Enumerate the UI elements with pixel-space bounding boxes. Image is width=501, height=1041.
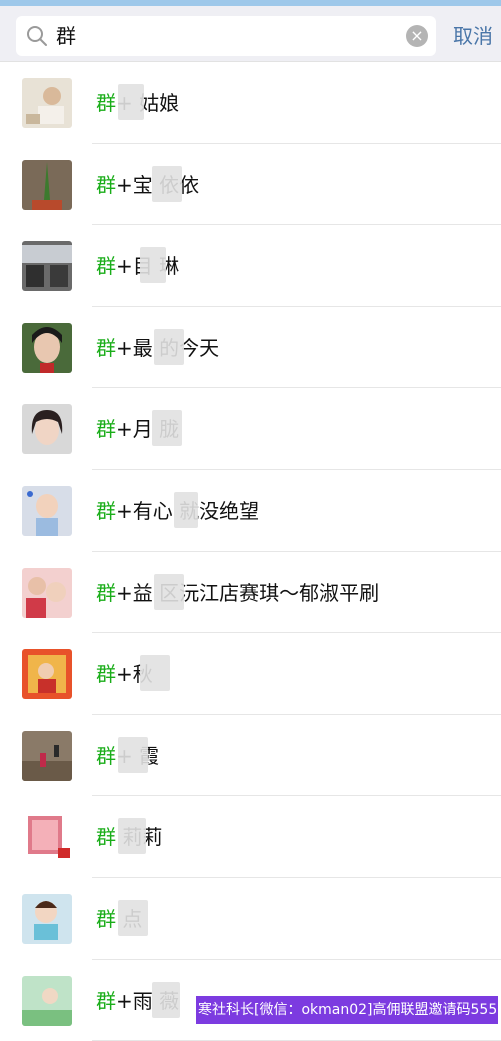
- list-item[interactable]: 群 莉莉: [0, 796, 501, 878]
- contact-name: 群+宝 依依: [96, 165, 199, 202]
- list-item[interactable]: 群+益 区沅江店赛琪～郁淑平刷: [0, 552, 501, 634]
- privacy-blur: [118, 899, 148, 936]
- avatar: [22, 730, 72, 781]
- avatar: [22, 159, 72, 210]
- clear-icon[interactable]: ×: [406, 25, 428, 47]
- list-item[interactable]: 群+ 姑娘: [0, 62, 501, 144]
- keyword-highlight: 群: [96, 417, 116, 442]
- privacy-blur: [152, 165, 182, 202]
- avatar: [22, 78, 72, 128]
- privacy-blur: [118, 84, 144, 120]
- contact-name: 群+最 的今天: [96, 328, 219, 365]
- privacy-blur: [140, 655, 170, 692]
- avatar: [22, 649, 72, 700]
- keyword-highlight: 群: [96, 172, 116, 197]
- list-item[interactable]: 群+ 霞: [0, 715, 501, 797]
- contact-name: 群+月 胧: [96, 410, 182, 447]
- list-item[interactable]: 群+月 胧: [0, 388, 501, 470]
- keyword-highlight: 群: [96, 254, 116, 279]
- search-icon: [27, 26, 47, 46]
- avatar: [22, 893, 72, 944]
- privacy-blur: [154, 573, 184, 610]
- list-item[interactable]: 群+宝 依依: [0, 144, 501, 226]
- contact-name: 群+ 霞: [96, 736, 159, 773]
- contact-name: 群+有心 就没绝望: [96, 491, 259, 528]
- search-query: 群: [56, 24, 76, 48]
- privacy-blur: [118, 818, 146, 855]
- avatar: [22, 975, 72, 1026]
- list-item[interactable]: 群+目 琳: [0, 225, 501, 307]
- avatar: [22, 567, 72, 618]
- search-input[interactable]: 群 ×: [16, 16, 436, 56]
- contact-name: 群+目 琳: [96, 247, 179, 284]
- avatar: [22, 404, 72, 455]
- keyword-highlight: 群: [96, 580, 116, 605]
- keyword-highlight: 群: [96, 825, 116, 850]
- avatar: [22, 485, 72, 536]
- privacy-blur: [154, 328, 184, 365]
- avatar: [22, 322, 72, 373]
- contact-name: 群 莉莉: [96, 818, 162, 855]
- list-item[interactable]: 群+秋: [0, 633, 501, 715]
- contact-name: 群+益 区沅江店赛琪～郁淑平刷: [96, 573, 379, 610]
- list-item[interactable]: 群+最 的今天: [0, 307, 501, 389]
- privacy-blur: [118, 736, 148, 773]
- contact-name: 群+秋: [96, 655, 170, 692]
- avatar: [22, 812, 72, 863]
- contact-list: 群+ 姑娘群+宝 依依群+目 琳群+最 的今天群+月 胧群+有心 就没绝望群+益…: [0, 62, 501, 1041]
- keyword-highlight: 群: [96, 743, 116, 768]
- keyword-highlight: 群: [96, 335, 116, 360]
- keyword-highlight: 群: [96, 91, 116, 115]
- keyword-highlight: 群: [96, 906, 116, 931]
- keyword-highlight: 群: [96, 662, 116, 687]
- search-bar: 群 × 取消: [0, 0, 501, 62]
- privacy-blur: [140, 247, 166, 284]
- avatar: [22, 241, 72, 292]
- watermark-banner: 寒社科长[微信：okman02]高佣联盟邀请码555666: [196, 996, 498, 1024]
- contact-name: 群+雨 薇: [96, 981, 180, 1018]
- list-item[interactable]: 群+有心 就没绝望: [0, 470, 501, 552]
- privacy-blur: [174, 491, 198, 528]
- privacy-blur: [152, 981, 180, 1018]
- keyword-highlight: 群: [96, 498, 116, 523]
- keyword-highlight: 群: [96, 988, 116, 1013]
- privacy-blur: [152, 410, 182, 447]
- contact-name: 群 点: [96, 899, 148, 936]
- cancel-button[interactable]: 取消: [453, 23, 493, 49]
- list-item[interactable]: 群 点: [0, 878, 501, 960]
- contact-name: 群+ 姑娘: [96, 84, 179, 120]
